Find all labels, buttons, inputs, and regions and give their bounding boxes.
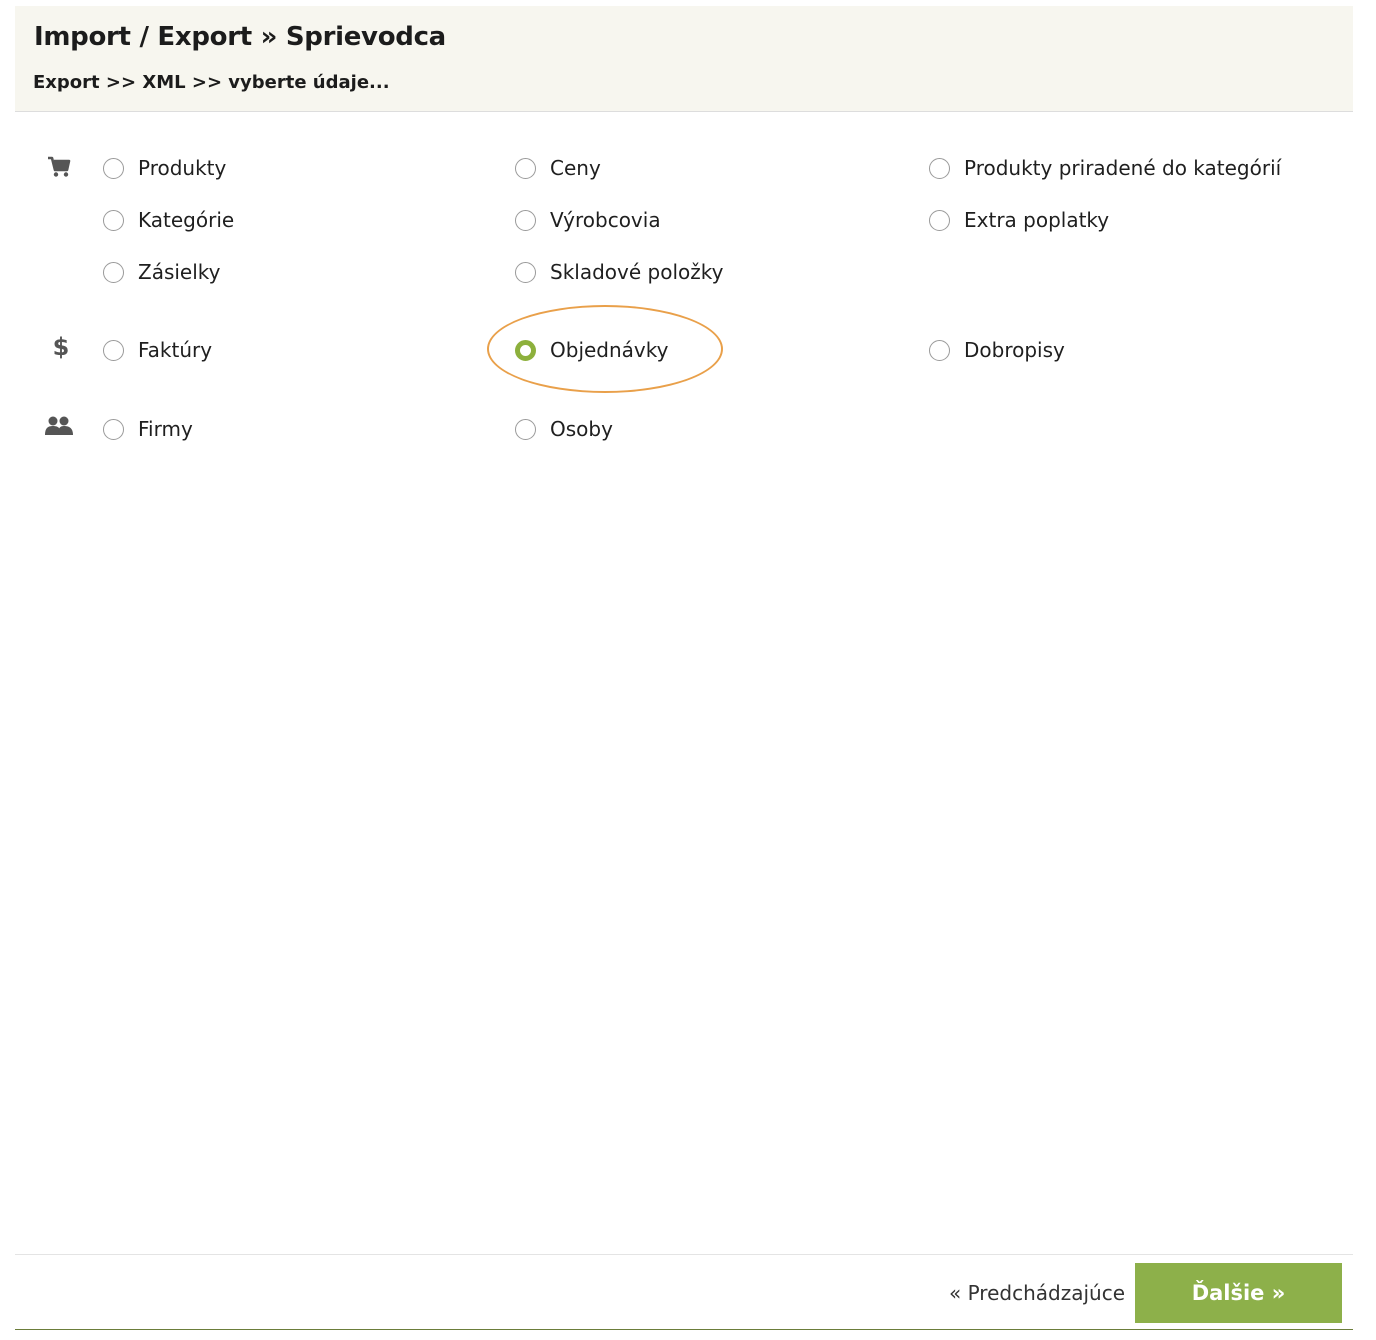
option-firmy[interactable]: Firmy <box>103 414 193 444</box>
radio-osoby[interactable] <box>515 418 536 440</box>
option-label: Kategórie <box>138 208 235 232</box>
option-label: Objednávky <box>550 338 669 362</box>
option-label: Produkty priradené do kategórií <box>964 156 1282 180</box>
option-label: Dobropisy <box>964 338 1065 362</box>
radio-dobropisy[interactable] <box>929 339 950 361</box>
wizard-footer: « Predchádzajúce Ďalšie » <box>15 1254 1353 1330</box>
radio-ceny[interactable] <box>515 157 536 179</box>
option-skladove-polozky[interactable]: Skladové položky <box>515 257 723 287</box>
radio-extra-poplatky[interactable] <box>929 209 950 231</box>
previous-link[interactable]: « Predchádzajúce <box>949 1281 1125 1305</box>
option-label: Extra poplatky <box>964 208 1110 232</box>
option-label: Zásielky <box>138 260 221 284</box>
option-faktury[interactable]: Faktúry <box>103 335 212 365</box>
option-extra-poplatky[interactable]: Extra poplatky <box>929 205 1109 235</box>
option-label: Osoby <box>550 417 613 441</box>
dollar-icon: $ <box>52 333 70 361</box>
option-objednavky[interactable]: Objednávky <box>515 335 668 365</box>
option-zasielky[interactable]: Zásielky <box>103 257 221 287</box>
radio-skladove-polozky[interactable] <box>515 261 536 283</box>
option-kategorie[interactable]: Kategórie <box>103 205 234 235</box>
radio-firmy[interactable] <box>103 418 124 440</box>
radio-kategorie[interactable] <box>103 209 124 231</box>
option-osoby[interactable]: Osoby <box>515 414 613 444</box>
option-label: Faktúry <box>138 338 213 362</box>
option-label: Produkty <box>138 156 227 180</box>
radio-produkty[interactable] <box>103 157 124 179</box>
wizard-dialog: Import / Export » Sprievodca Export >> X… <box>15 6 1353 1330</box>
option-label: Výrobcovia <box>550 208 661 232</box>
next-button[interactable]: Ďalšie » <box>1135 1263 1342 1323</box>
wizard-header: Import / Export » Sprievodca Export >> X… <box>15 6 1353 112</box>
radio-objednavky[interactable] <box>515 339 536 361</box>
page-title: Import / Export » Sprievodca <box>34 22 446 52</box>
option-label: Firmy <box>138 417 193 441</box>
option-produkty[interactable]: Produkty <box>103 153 226 183</box>
option-label: Ceny <box>550 156 601 180</box>
breadcrumb: Export >> XML >> vyberte údaje... <box>33 72 390 93</box>
people-icon <box>43 410 75 442</box>
radio-zasielky[interactable] <box>103 261 124 283</box>
option-label: Skladové položky <box>550 260 724 284</box>
cart-icon <box>43 151 75 183</box>
option-dobropisy[interactable]: Dobropisy <box>929 335 1065 365</box>
radio-vyrobcovia[interactable] <box>515 209 536 231</box>
option-ceny[interactable]: Ceny <box>515 153 601 183</box>
option-produkty-kategorie[interactable]: Produkty priradené do kategórií <box>929 153 1281 183</box>
radio-produkty-kategorie[interactable] <box>929 157 950 179</box>
radio-faktury[interactable] <box>103 339 124 361</box>
option-vyrobcovia[interactable]: Výrobcovia <box>515 205 661 235</box>
